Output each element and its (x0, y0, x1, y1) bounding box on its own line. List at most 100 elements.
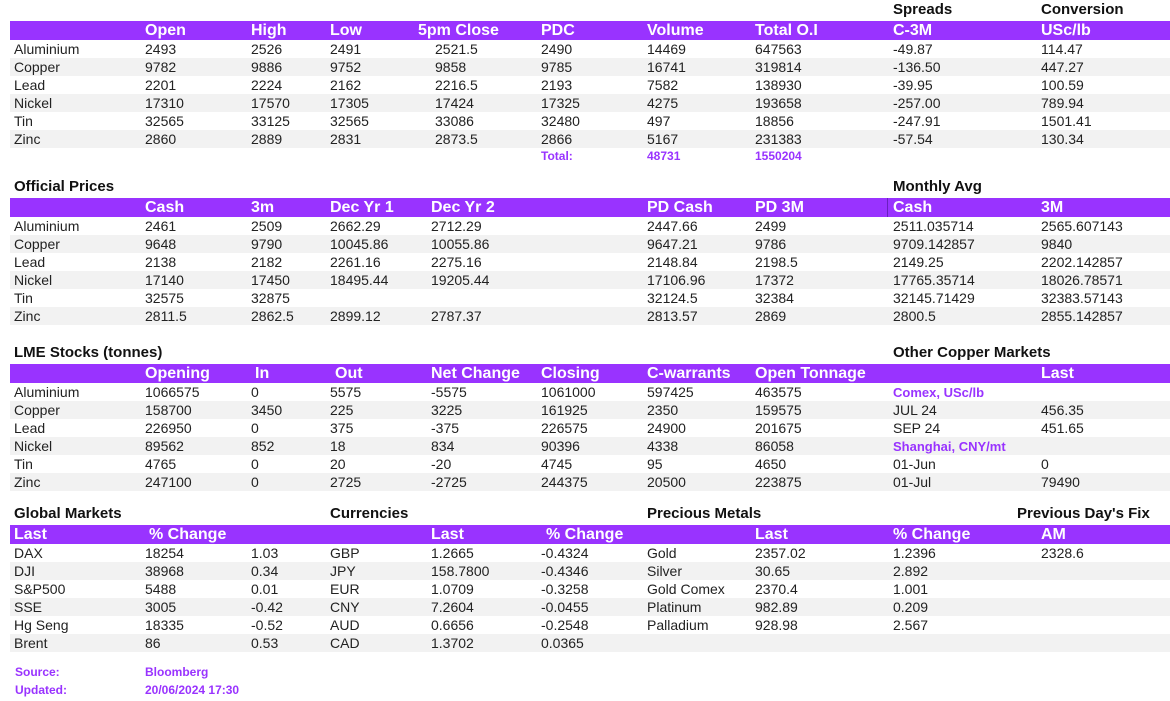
metal-name: Nickel (14, 95, 53, 111)
col-am: AM (1041, 526, 1066, 543)
dec-yr-2-value: 2712.29 (431, 218, 482, 234)
3m-value: 17450 (251, 272, 290, 288)
metal-name: Aluminium (14, 384, 80, 400)
col-high: High (251, 22, 287, 39)
spot-header-bar: Open High Low 5pm Close PDC Volume Total… (10, 21, 1170, 40)
net-change-value: 834 (431, 438, 455, 454)
in-value: 0 (251, 420, 259, 436)
open-tonnage-value: 463575 (755, 384, 802, 400)
metal-change: 2.892 (893, 563, 929, 579)
pd-3m-value: 2869 (755, 308, 787, 324)
global-row: S&P500 5488 0.01 EUR 1.0709 -0.3258 Gold Comex… (10, 580, 1170, 598)
other-copper-title: Other Copper Markets (893, 344, 1051, 361)
open-tonnage-value: 159575 (755, 402, 802, 418)
close-value: 33086 (435, 113, 474, 129)
updated-label: Updated: (15, 683, 67, 697)
high-value: 2526 (251, 41, 283, 57)
index-name: DAX (14, 545, 43, 561)
out-value: 18 (330, 438, 346, 454)
stocks-row: Copper 158700 3450 225 3225 161925 2350 159575 J… (10, 401, 1170, 419)
currency-last: 158.7800 (431, 563, 490, 579)
lme-stocks-title: LME Stocks (tonnes) (14, 344, 163, 361)
index-change: 1.03 (251, 545, 279, 561)
metal-name: Nickel (14, 272, 53, 288)
official-row: Aluminium 2461 2509 2662.29 2712.29 2447.66 24… (10, 217, 1170, 235)
close-value: 2521.5 (435, 41, 478, 57)
open-value: 32565 (145, 113, 184, 129)
out-value: 2725 (330, 474, 362, 490)
c-warrants-value: 2350 (647, 402, 679, 418)
metal-name: Lead (14, 77, 46, 93)
index-change: -0.42 (251, 599, 283, 615)
index-name: Brent (14, 635, 48, 651)
metal-name: Copper (14, 59, 60, 75)
volume-value: 5167 (647, 131, 679, 147)
open-tonnage-value: 201675 (755, 420, 802, 436)
net-change-value: -2725 (431, 474, 467, 490)
copper-market-label: 01-Jun (893, 456, 936, 472)
currency-change: -0.2548 (541, 617, 589, 633)
conversion-value: 447.27 (1041, 59, 1084, 75)
volume-value: 16741 (647, 59, 686, 75)
copper-market-label: Shanghai, CNY/mt (893, 439, 1006, 454)
col-net-change: Net Change (431, 365, 520, 382)
3m-value: 32875 (251, 290, 290, 306)
cash-value: 2138 (145, 254, 177, 270)
pdc-value: 2490 (541, 41, 573, 57)
metal-name: Zinc (14, 308, 41, 324)
monthly-avg-title: Monthly Avg (893, 178, 982, 195)
metal-name: Aluminium (14, 41, 80, 57)
out-value: 20 (330, 456, 346, 472)
dec-yr-2-value: 2275.16 (431, 254, 482, 270)
dec-yr-1-value: 2899.12 (330, 308, 381, 324)
oi-value: 319814 (755, 59, 802, 75)
index-last: 5488 (145, 581, 177, 597)
source-label: Source: (15, 665, 60, 679)
global-row: SSE 3005 -0.42 CNY 7.2604 -0.0455 Platinum 982.… (10, 598, 1170, 616)
col-open-tonnage: Open Tonnage (755, 365, 866, 382)
3m-value: 2509 (251, 218, 283, 234)
dec-yr-1-value: 10045.86 (330, 236, 389, 252)
metal-name: Gold (647, 545, 677, 561)
spot-row: Lead 2201 2224 2162 2216.5 2193 7582 138930 -39.… (10, 76, 1170, 94)
cash-value: 9648 (145, 236, 177, 252)
spot-row: Zinc 2860 2889 2831 2873.5 2866 5167 231383 -57.… (10, 130, 1170, 148)
pd-cash-value: 2447.66 (647, 218, 698, 234)
col-3m: 3m (251, 199, 275, 216)
spread-value: -136.50 (893, 59, 941, 75)
in-value: 0 (251, 474, 259, 490)
currency-change: -0.3258 (541, 581, 589, 597)
3m-value: 9790 (251, 236, 283, 252)
3m-value: 2862.5 (251, 308, 294, 324)
currency-name: EUR (330, 581, 360, 597)
pd-3m-value: 2198.5 (755, 254, 798, 270)
metal-name: Zinc (14, 131, 41, 147)
metal-last: 928.98 (755, 617, 798, 633)
pdc-value: 17325 (541, 95, 580, 111)
metal-name: Tin (14, 113, 33, 129)
monthly-3m-value: 2202.142857 (1041, 254, 1123, 270)
opening-value: 247100 (145, 474, 192, 490)
monthly-cash-value: 2149.25 (893, 254, 944, 270)
net-change-value: 3225 (431, 402, 463, 418)
col-dec-yr-1: Dec Yr 1 (330, 199, 394, 216)
col-total-oi: Total O.I (755, 22, 818, 39)
col-pm-change: % Change (893, 526, 971, 543)
open-value: 17310 (145, 95, 184, 111)
col-c-3m: C-3M (893, 22, 933, 39)
net-change-value: -20 (431, 456, 452, 472)
official-header-bar: Cash 3m Dec Yr 1 Dec Yr 2 PD Cash PD 3M … (10, 198, 1170, 217)
oi-value: 18856 (755, 113, 794, 129)
metal-name: Aluminium (14, 218, 80, 234)
spot-row: Copper 9782 9886 9752 9858 9785 16741 319814 -13… (10, 58, 1170, 76)
spot-row: Nickel 17310 17570 17305 17424 17325 4275 19365… (10, 94, 1170, 112)
global-row: Hg Seng 18335 -0.52 AUD 0.6656 -0.2548 Palladi… (10, 616, 1170, 634)
in-value: 852 (251, 438, 275, 454)
metal-change: 0.209 (893, 599, 929, 615)
monthly-3m-value: 18026.78571 (1041, 272, 1123, 288)
open-value: 2201 (145, 77, 177, 93)
oi-value: 647563 (755, 41, 802, 57)
col-c-warrants: C-warrants (647, 365, 731, 382)
index-change: -0.52 (251, 617, 283, 633)
pd-cash-value: 2813.57 (647, 308, 698, 324)
